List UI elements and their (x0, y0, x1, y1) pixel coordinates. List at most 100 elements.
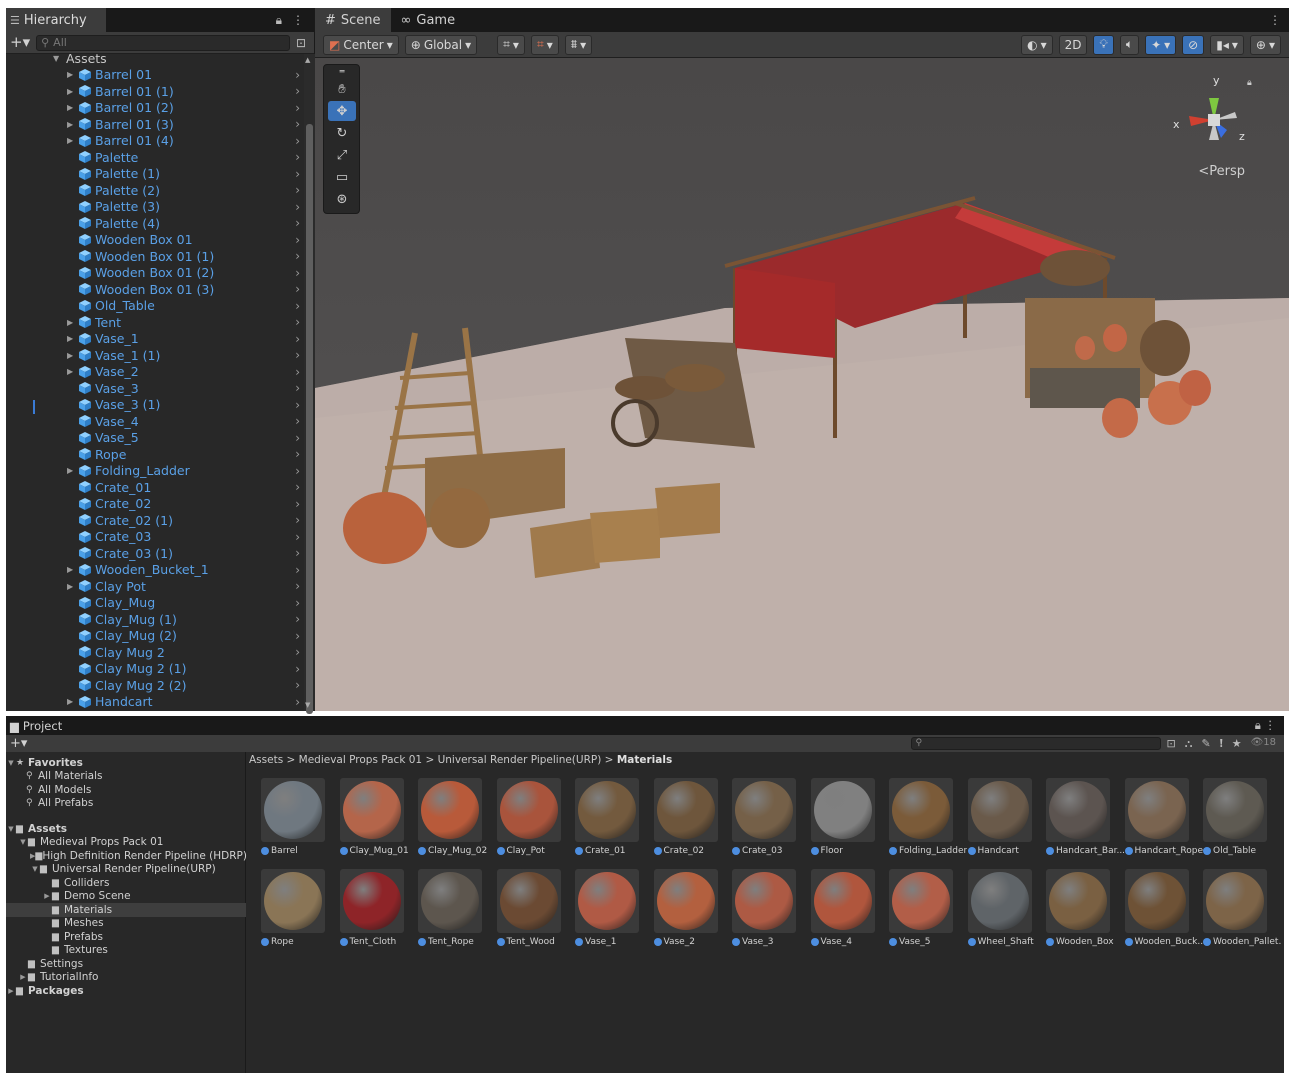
material-asset[interactable]: Folding_Ladder (875, 778, 967, 860)
hand-tool-button[interactable]: ✋︎ (328, 79, 356, 99)
hierarchy-item[interactable]: Crate_02 (1) › (6, 512, 304, 529)
hierarchy-item[interactable]: Palette (4) › (6, 215, 304, 232)
expand-arrow-icon[interactable]: ▶ (67, 582, 73, 591)
favorites-item[interactable]: ⚲ All Prefabs (6, 797, 246, 811)
project-tab-options-icon[interactable]: 🔒︎ ⋮ (1255, 718, 1276, 733)
open-prefab-chevron-icon[interactable]: › (295, 365, 300, 379)
breadcrumb-item[interactable]: Universal Render Pipeline(URP) (438, 754, 602, 766)
expand-arrow-icon[interactable]: ▶ (67, 351, 73, 360)
open-prefab-chevron-icon[interactable]: › (295, 464, 300, 478)
hierarchy-item[interactable]: Crate_02 › (6, 496, 304, 513)
material-asset[interactable]: Barrel (247, 778, 325, 860)
expand-arrow-icon[interactable]: ▶ (67, 334, 73, 343)
expand-arrow-icon[interactable]: ▼ (6, 825, 16, 833)
hierarchy-item[interactable]: Wooden Box 01 (2) › (6, 265, 304, 282)
open-prefab-chevron-icon[interactable]: › (295, 134, 300, 148)
open-prefab-chevron-icon[interactable]: › (295, 167, 300, 181)
tab-game[interactable]: ∞ Game (391, 8, 466, 32)
folder-tree-item[interactable]: ▆ Textures (6, 944, 246, 958)
folder-tree-item[interactable]: ▆ Materials (6, 903, 246, 917)
expand-arrow-icon[interactable]: ▶ (67, 103, 73, 112)
expand-arrow-icon[interactable]: ▶ (67, 120, 73, 129)
expand-arrow-icon[interactable]: ▼ (6, 759, 16, 767)
pivot-space-dropdown[interactable]: ⊕ Global ▾ (404, 34, 478, 55)
hierarchy-item[interactable]: ▶ Vase_1 (1) › (6, 347, 304, 364)
hierarchy-item[interactable]: ▶ Folding_Ladder › (6, 463, 304, 480)
open-prefab-chevron-icon[interactable]: › (295, 299, 300, 313)
transform-tool-button[interactable]: ⊛ (328, 189, 356, 209)
hierarchy-item[interactable]: ▶ Barrel 01 › (6, 67, 304, 84)
expand-arrow-icon[interactable]: ▶ (67, 697, 73, 706)
hierarchy-item[interactable]: Palette (2) › (6, 182, 304, 199)
overlay-drag-handle[interactable]: ═ (328, 67, 356, 76)
hierarchy-item[interactable]: ▶ Vase_1 › (6, 331, 304, 348)
more-options-icon[interactable]: ⋮ (292, 13, 304, 27)
open-prefab-chevron-icon[interactable]: › (295, 678, 300, 692)
material-asset[interactable]: Floor (797, 778, 875, 860)
folder-tree-item[interactable]: ▼ ▆ Assets (6, 822, 246, 836)
material-asset[interactable]: Clay_Pot (483, 778, 561, 860)
material-asset[interactable]: Clay_Mug_02 (404, 778, 487, 860)
folder-tree-item[interactable]: ▼ ▆ Medieval Props Pack 01 (6, 836, 246, 850)
favorites-item[interactable]: ⚲ All Materials (6, 770, 246, 784)
material-asset[interactable]: Crate_01 (561, 778, 639, 860)
open-prefab-chevron-icon[interactable]: › (295, 447, 300, 461)
hierarchy-item[interactable]: Palette › (6, 149, 304, 166)
move-tool-button[interactable]: ✥ (328, 101, 356, 121)
hierarchy-item[interactable]: Vase_4 › (6, 413, 304, 430)
material-asset[interactable]: Wooden_Buck... (1111, 869, 1203, 951)
material-asset[interactable]: Vase_3 (718, 869, 796, 951)
hierarchy-item[interactable]: Wooden Box 01 (1) › (6, 248, 304, 265)
open-prefab-chevron-icon[interactable]: › (295, 282, 300, 296)
material-asset[interactable]: Tent_Cloth (326, 869, 404, 951)
folder-tree-item[interactable]: ▆ Colliders (6, 876, 246, 890)
folder-tree-item[interactable]: ▼ ▆ Universal Render Pipeline(URP) (6, 863, 246, 877)
material-asset[interactable]: Tent_Wood (483, 869, 561, 951)
projection-toggle[interactable]: <Persp (1198, 164, 1245, 179)
draw-mode-dropdown[interactable]: ◐ ▾ (1021, 34, 1053, 55)
scrollbar-thumb[interactable] (306, 124, 313, 714)
open-prefab-chevron-icon[interactable]: › (295, 332, 300, 346)
hierarchy-item[interactable]: ▶ Tent › (6, 314, 304, 331)
folder-tree-item[interactable]: ▶ ▆ Demo Scene (6, 890, 246, 904)
gizmo-lock-icon[interactable]: 🔒︎ (1247, 78, 1252, 88)
expand-arrow-icon[interactable]: ▶ (18, 973, 28, 981)
material-asset[interactable]: Handcart (954, 778, 1032, 860)
material-asset[interactable]: Rope (247, 869, 325, 951)
hidden-count[interactable]: 👁︎18 (1251, 737, 1276, 751)
open-prefab-chevron-icon[interactable]: › (295, 596, 300, 610)
orientation-gizmo[interactable]: y x z 🔒︎ (1169, 68, 1259, 178)
breadcrumb-item[interactable]: Medieval Props Pack 01 (299, 754, 422, 766)
hierarchy-item[interactable]: Old_Table › (6, 298, 304, 315)
filter-type-icon[interactable]: ⛬ (1185, 737, 1193, 751)
material-asset[interactable]: Crate_02 (640, 778, 718, 860)
open-prefab-chevron-icon[interactable]: › (295, 530, 300, 544)
folder-tree-item[interactable]: ▆ Prefabs (6, 930, 246, 944)
camera-settings-button[interactable]: ▮◂ ▾ (1210, 34, 1244, 55)
open-prefab-chevron-icon[interactable]: › (295, 579, 300, 593)
open-prefab-chevron-icon[interactable]: › (295, 480, 300, 494)
search-scope-icon[interactable]: ⊡ (1167, 737, 1176, 751)
expand-arrow-icon[interactable]: ▶ (67, 318, 73, 327)
favorite-star-icon[interactable]: ★ (1232, 737, 1242, 751)
filter-label-icon[interactable]: ✎ (1201, 737, 1210, 751)
open-prefab-chevron-icon[interactable]: › (295, 497, 300, 511)
open-prefab-chevron-icon[interactable]: › (295, 431, 300, 445)
scroll-down-icon[interactable]: ▼ (305, 701, 310, 709)
effects-toggle-button[interactable]: ✦ ▾ (1145, 34, 1177, 55)
hierarchy-root-row[interactable]: ▼ Assets (6, 54, 304, 67)
material-asset[interactable]: Tent_Rope (404, 869, 482, 951)
folder-tree-item[interactable]: ▆ Settings (6, 957, 246, 971)
material-asset[interactable]: Wooden_Pallet... (1189, 869, 1281, 951)
folder-tree-item[interactable]: ▶ ▆ High Definition Render Pipeline (HDRP) (6, 849, 247, 863)
hierarchy-item[interactable]: ▶ Barrel 01 (1) › (6, 83, 304, 100)
hierarchy-item[interactable]: Vase_3 › (6, 380, 304, 397)
hierarchy-search-input[interactable]: ⚲ All (36, 34, 290, 51)
audio-toggle-button[interactable]: 🔈︎ (1119, 34, 1140, 55)
folder-tree-item[interactable]: ▶ ▆ TutorialInfo (6, 971, 246, 985)
open-prefab-chevron-icon[interactable]: › (295, 200, 300, 214)
open-prefab-chevron-icon[interactable]: › (295, 381, 300, 395)
favorites-item[interactable]: ⚲ All Models (6, 783, 246, 797)
project-search-input[interactable]: ⚲ (910, 737, 1161, 750)
open-prefab-chevron-icon[interactable]: › (295, 84, 300, 98)
